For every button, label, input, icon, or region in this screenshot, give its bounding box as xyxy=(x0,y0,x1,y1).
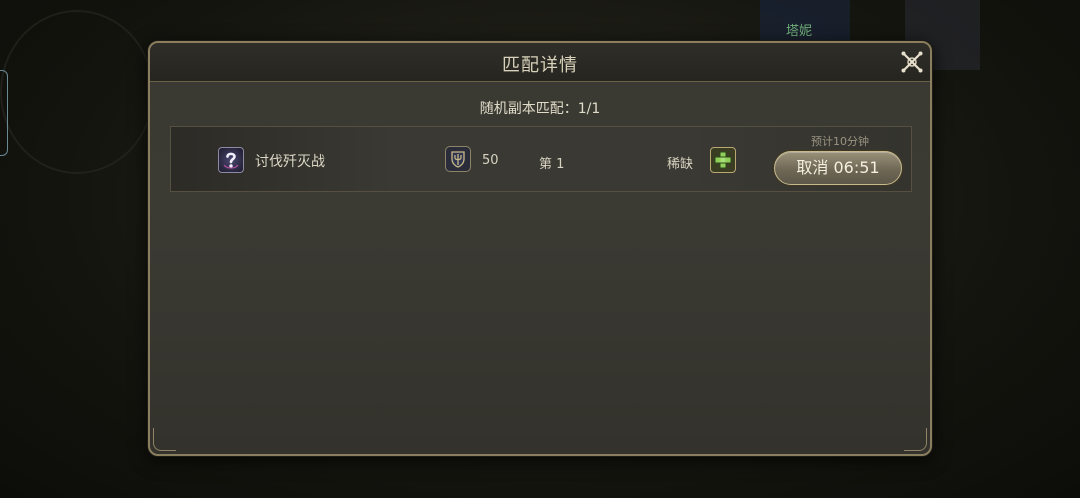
cancel-queue-button[interactable]: 取消 06:51 xyxy=(774,151,902,185)
background-wheel xyxy=(0,10,154,174)
eta-label: 预计10分钟 xyxy=(811,135,869,148)
green-cross-icon xyxy=(710,147,736,173)
match-summary-label: 随机副本匹配： xyxy=(479,101,578,117)
dungeon-name: 讨伐歼灭战 xyxy=(255,154,325,170)
corner-ornament xyxy=(153,428,176,451)
match-details-dialog: 匹配详情 随机副本匹配：1/1 讨伐歼灭战 50 第 1 稀缺 预计10分钟 取… xyxy=(148,41,932,456)
queue-entry-row: 讨伐歼灭战 50 第 1 稀缺 预计10分钟 取消 06:51 xyxy=(170,126,912,192)
level-value: 50 xyxy=(482,153,499,168)
queue-rank: 第 1 xyxy=(539,157,565,172)
question-mark-icon xyxy=(218,147,244,173)
dialog-title: 匹配详情 xyxy=(502,55,578,76)
match-summary-count: 1/1 xyxy=(577,101,601,117)
close-icon[interactable] xyxy=(900,50,924,74)
dialog-header: 匹配详情 xyxy=(150,43,930,82)
role-status-label: 稀缺 xyxy=(667,157,694,172)
shield-trident-icon xyxy=(445,146,471,172)
match-summary: 随机副本匹配：1/1 xyxy=(150,98,930,118)
left-edge-tab[interactable] xyxy=(0,70,8,156)
corner-ornament xyxy=(904,428,927,451)
npc-name-label: 塔妮 xyxy=(786,24,813,39)
